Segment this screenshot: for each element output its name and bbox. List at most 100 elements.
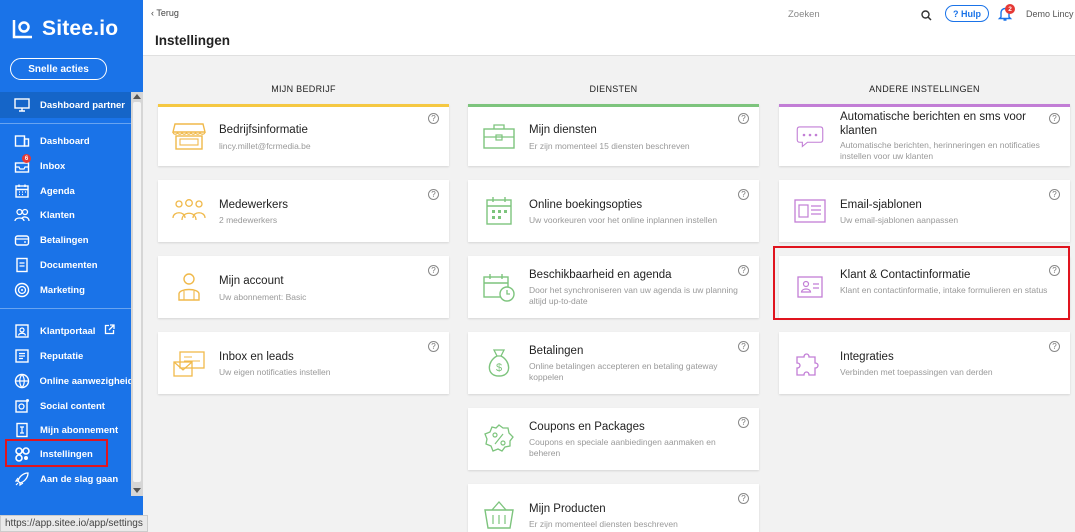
card-mijn-account[interactable]: Mijn account Uw abonnement: Basic ? [158, 256, 449, 318]
card-accent [158, 104, 449, 107]
portal-icon [13, 322, 31, 340]
sidebar-divider [0, 308, 131, 309]
help-circle-icon[interactable]: ? [738, 113, 749, 124]
card-title: Coupons en Packages [529, 421, 645, 433]
account-icon [172, 270, 206, 304]
card-integraties[interactable]: Integraties Verbinden met toepassingen v… [779, 332, 1070, 394]
search-icon[interactable] [921, 8, 932, 26]
sidebar-item-reputatie[interactable]: Reputatie [0, 344, 131, 368]
reputation-icon [13, 347, 31, 365]
sidebar-item-betalingen[interactable]: Betalingen [0, 228, 131, 252]
inbox-badge: 6 [22, 154, 31, 163]
card-subtitle: Automatische berichten, herinneringen en… [840, 140, 1040, 161]
scroll-down-icon[interactable] [133, 488, 141, 493]
help-circle-icon[interactable]: ? [428, 341, 439, 352]
card-title: Automatische berichten en sms voor klant… [840, 111, 1027, 137]
coupon-icon [482, 422, 516, 456]
sidebar-item-label: Mijn abonnement [40, 424, 119, 436]
help-circle-icon[interactable]: ? [428, 189, 439, 200]
sidebar-item-klantportaal[interactable]: Klantportaal [0, 319, 131, 343]
highlight-instellingen [5, 439, 108, 467]
sidebar-item-label: Agenda [40, 185, 75, 197]
help-circle-icon[interactable]: ? [738, 417, 749, 428]
sidebar: Sitee.io Snelle acties Dashboard partner… [0, 0, 143, 532]
card-inbox-en-leads[interactable]: Inbox en leads Uw eigen notificaties ins… [158, 332, 449, 394]
help-circle-icon[interactable]: ? [1049, 341, 1060, 352]
user-menu[interactable]: Demo Lincy [1026, 9, 1074, 19]
inbox-icon: 6 [13, 154, 31, 175]
sidebar-item-dashboard-partner[interactable]: Dashboard partner [0, 92, 131, 118]
sidebar-divider [0, 123, 131, 124]
team-icon [172, 194, 206, 228]
scroll-up-icon[interactable] [133, 94, 141, 99]
card-subtitle: Door het synchroniseren van uw agenda is… [529, 285, 738, 306]
card-email-sjablonen[interactable]: Email-sjablonen Uw email-sjablonen aanpa… [779, 180, 1070, 242]
card-automatische-berichten[interactable]: Automatische berichten en sms voor klant… [779, 104, 1070, 166]
help-circle-icon[interactable]: ? [738, 265, 749, 276]
sidebar-item-inbox[interactable]: 6 Inbox [0, 154, 131, 178]
dashboard-icon [13, 132, 31, 150]
card-mijn-diensten[interactable]: Mijn diensten Er zijn momenteel 15 diens… [468, 104, 759, 166]
sidebar-item-documenten[interactable]: Documenten [0, 253, 131, 277]
quick-actions-button[interactable]: Snelle acties [10, 58, 107, 80]
search-input[interactable] [788, 6, 938, 22]
card-medewerkers[interactable]: Medewerkers 2 medewerkers ? [158, 180, 449, 242]
card-coupons-packages[interactable]: Coupons en Packages Coupons en speciale … [468, 408, 759, 470]
card-title: Inbox en leads [219, 351, 294, 363]
sidebar-item-klanten[interactable]: Klanten [0, 203, 131, 227]
card-betalingen[interactable]: $ Betalingen Online betalingen acceptere… [468, 332, 759, 394]
card-title: Mijn account [219, 275, 284, 287]
rocket-icon [13, 470, 31, 488]
highlight-klant-contactinformatie [773, 246, 1070, 320]
template-icon [793, 194, 827, 228]
card-subtitle: Er zijn momenteel 15 diensten beschreven [529, 141, 690, 151]
sidebar-item-label: Online aanwezigheid [39, 375, 131, 387]
sidebar-item-label: Aan de slag gaan [40, 473, 119, 485]
card-accent [779, 104, 1070, 107]
calendar-clock-icon [482, 270, 516, 304]
money-bag-icon: $ [482, 346, 516, 380]
sidebar-item-aan-de-slag[interactable]: Aan de slag gaan [0, 467, 131, 491]
status-bar-url: https://app.sitee.io/app/settings [0, 515, 148, 532]
back-link[interactable]: ‹ Terug [151, 8, 179, 18]
card-bedrijfsinformatie[interactable]: Bedrijfsinformatie lincy.millet@fcrmedia… [158, 104, 449, 166]
logo[interactable]: Sitee.io [10, 12, 118, 46]
help-circle-icon[interactable]: ? [738, 189, 749, 200]
sidebar-item-dashboard[interactable]: Dashboard [0, 129, 131, 153]
basket-icon [482, 498, 516, 532]
leads-icon [172, 347, 206, 381]
card-mijn-producten[interactable]: Mijn Producten Er zijn momenteel dienste… [468, 484, 759, 532]
help-circle-icon[interactable]: ? [1049, 113, 1060, 124]
sidebar-item-online-aanwezigheid[interactable]: Online aanwezigheid [0, 369, 131, 393]
subscription-icon [13, 421, 31, 439]
sidebar-scrollbar[interactable] [131, 92, 143, 496]
card-title: Email-sjablonen [840, 199, 922, 211]
sidebar-item-marketing[interactable]: Marketing [0, 278, 131, 302]
calendar-grid-icon [482, 194, 516, 228]
scrollbar-thumb[interactable] [133, 102, 141, 482]
help-button[interactable]: ? Hulp [945, 5, 989, 22]
sidebar-item-social-content[interactable]: Social content [0, 394, 131, 418]
sidebar-item-label: Inbox [40, 160, 66, 172]
store-icon [172, 119, 206, 153]
help-circle-icon[interactable]: ? [428, 113, 439, 124]
card-subtitle: Uw voorkeuren voor het online inplannen … [529, 215, 718, 225]
card-subtitle: Coupons en speciale aanbiedingen aanmake… [529, 437, 716, 458]
sidebar-item-label: Documenten [40, 259, 98, 271]
puzzle-icon [793, 347, 827, 381]
help-circle-icon[interactable]: ? [738, 493, 749, 504]
target-icon [13, 281, 31, 299]
help-circle-icon[interactable]: ? [1049, 189, 1060, 200]
card-subtitle: lincy.millet@fcrmedia.be [219, 141, 311, 151]
sidebar-item-label: Dashboard partner [40, 99, 125, 111]
help-circle-icon[interactable]: ? [738, 341, 749, 352]
briefcase-icon [482, 119, 516, 153]
card-beschikbaarheid[interactable]: Beschikbaarheid en agenda Door het synch… [468, 256, 759, 318]
sidebar-item-label: Marketing [40, 284, 85, 296]
help-circle-icon[interactable]: ? [428, 265, 439, 276]
sidebar-item-agenda[interactable]: Agenda [0, 179, 131, 203]
document-icon [13, 256, 31, 274]
card-title: Mijn Producten [529, 503, 606, 515]
card-online-boekingsopties[interactable]: Online boekingsopties Uw voorkeuren voor… [468, 180, 759, 242]
card-title: Online boekingsopties [529, 199, 643, 211]
